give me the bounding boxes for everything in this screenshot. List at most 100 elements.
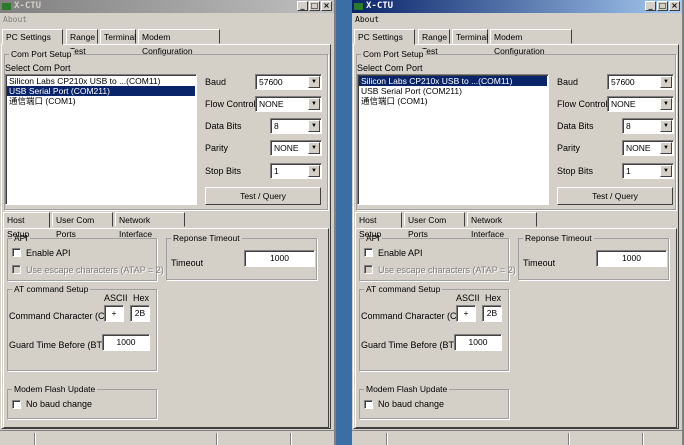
menu-about[interactable]: About xyxy=(355,15,379,24)
com-port-item[interactable]: USB Serial Port (COM211) xyxy=(359,86,547,96)
baud-value: 57600 xyxy=(611,77,635,87)
subtab-host-setup[interactable]: Host Setup xyxy=(3,212,50,239)
timeout-input[interactable]: 1000 xyxy=(244,250,315,267)
timeout-label: Timeout xyxy=(171,258,204,268)
stop-bits-select[interactable]: 1 ▼ xyxy=(270,163,322,179)
menu-about[interactable]: About xyxy=(3,15,27,24)
title-bar[interactable]: X-CTU _ □ × xyxy=(352,0,682,13)
close-icon[interactable]: × xyxy=(669,1,680,11)
enable-api-checkbox[interactable] xyxy=(364,248,373,257)
flow-control-select[interactable]: NONE ▼ xyxy=(607,96,674,112)
com-port-list[interactable]: Silicon Labs CP210x USB to ...(COM11) USB… xyxy=(357,74,549,205)
com-port-item[interactable]: 通信端口 (COM1) xyxy=(359,96,547,106)
subtab-network-interface[interactable]: Network Interface xyxy=(467,212,537,239)
chevron-down-icon[interactable]: ▼ xyxy=(308,98,320,110)
group-label: Reponse Timeout xyxy=(171,233,242,243)
escape-characters-label: Use escape characters (ATAP = 2) xyxy=(378,265,516,275)
chevron-down-icon[interactable]: ▼ xyxy=(660,76,672,88)
cc-hex-input[interactable]: 2B xyxy=(482,305,502,322)
stop-bits-value: 1 xyxy=(626,166,631,176)
maximize-icon[interactable]: □ xyxy=(657,1,668,11)
chevron-down-icon[interactable]: ▼ xyxy=(308,142,320,154)
minimize-icon[interactable]: _ xyxy=(645,1,656,11)
tab-pc-settings[interactable]: PC Settings xyxy=(2,29,63,45)
hex-label: Hex xyxy=(133,293,150,303)
tab-terminal[interactable]: Terminal xyxy=(100,29,136,44)
escape-characters-checkbox[interactable] xyxy=(12,265,21,274)
test-query-button[interactable]: Test / Query xyxy=(205,187,321,205)
chevron-down-icon[interactable]: ▼ xyxy=(308,120,320,132)
baud-select[interactable]: 57600 ▼ xyxy=(607,74,674,90)
status-bar xyxy=(352,430,682,445)
baud-label: Baud xyxy=(557,77,579,87)
chevron-down-icon[interactable]: ▼ xyxy=(660,98,672,110)
app-icon xyxy=(354,3,363,10)
timeout-input[interactable]: 1000 xyxy=(596,250,667,267)
chevron-down-icon[interactable]: ▼ xyxy=(308,76,320,88)
group-label: AT command Setup xyxy=(364,284,443,294)
close-icon[interactable]: × xyxy=(321,1,332,11)
group-label: Modem Flash Update xyxy=(12,384,98,394)
tab-range-test[interactable]: Range Test xyxy=(418,29,450,56)
chevron-down-icon[interactable]: ▼ xyxy=(660,165,672,177)
subtab-network-interface[interactable]: Network Interface xyxy=(115,212,185,239)
cc-hex-input[interactable]: 2B xyxy=(130,305,150,322)
stop-bits-label: Stop Bits xyxy=(205,166,242,176)
window-title: X-CTU xyxy=(366,1,394,11)
minimize-icon[interactable]: _ xyxy=(297,1,308,11)
baud-select[interactable]: 57600 ▼ xyxy=(255,74,322,90)
chevron-down-icon[interactable]: ▼ xyxy=(660,142,672,154)
xctu-window-2: X-CTU _ □ × About PC Settings Range Test T… xyxy=(352,0,684,445)
enable-api-checkbox[interactable] xyxy=(12,248,21,257)
title-bar[interactable]: X-CTU _ □ × xyxy=(0,0,334,13)
tab-modem-configuration[interactable]: Modem Configuration xyxy=(490,29,572,56)
ascii-label: ASCII xyxy=(104,293,128,303)
stop-bits-select[interactable]: 1 ▼ xyxy=(622,163,674,179)
xctu-window-1: X-CTU _ □ × About PC Settings Range Test T… xyxy=(0,0,336,445)
data-bits-label: Data Bits xyxy=(205,121,242,131)
tab-modem-configuration[interactable]: Modem Configuration xyxy=(138,29,220,56)
data-bits-label: Data Bits xyxy=(557,121,594,131)
flow-control-select[interactable]: NONE ▼ xyxy=(255,96,322,112)
guard-time-label: Guard Time Before (BT) xyxy=(9,340,106,350)
flow-control-label: Flow Control xyxy=(557,99,608,109)
data-bits-select[interactable]: 8 ▼ xyxy=(270,118,322,134)
command-character-label: Command Character (CC) xyxy=(9,311,115,321)
test-query-button[interactable]: Test / Query xyxy=(557,187,673,205)
parity-select[interactable]: NONE ▼ xyxy=(270,140,322,156)
com-port-item[interactable]: 通信端口 (COM1) xyxy=(7,96,195,106)
escape-characters-label: Use escape characters (ATAP = 2) xyxy=(26,265,164,275)
tab-pc-settings[interactable]: PC Settings xyxy=(354,29,415,45)
select-com-port-label: Select Com Port xyxy=(357,63,423,73)
subtab-host-setup[interactable]: Host Setup xyxy=(355,212,402,239)
maximize-icon[interactable]: □ xyxy=(309,1,320,11)
parity-select[interactable]: NONE ▼ xyxy=(622,140,674,156)
guard-time-label: Guard Time Before (BT) xyxy=(361,340,458,350)
data-bits-value: 8 xyxy=(274,121,279,131)
select-com-port-label: Select Com Port xyxy=(5,63,71,73)
no-baud-change-checkbox[interactable] xyxy=(364,400,373,409)
cc-ascii-input[interactable]: + xyxy=(104,305,124,322)
ascii-label: ASCII xyxy=(456,293,480,303)
group-label: Com Port Setup xyxy=(9,49,74,59)
guard-time-input[interactable]: 1000 xyxy=(102,334,150,351)
subtab-user-com-ports[interactable]: User Com Ports xyxy=(404,212,465,239)
escape-characters-checkbox[interactable] xyxy=(364,265,373,274)
com-port-item[interactable]: Silicon Labs CP210x USB to ...(COM11) xyxy=(7,76,195,86)
chevron-down-icon[interactable]: ▼ xyxy=(308,165,320,177)
no-baud-change-checkbox[interactable] xyxy=(12,400,21,409)
com-port-item[interactable]: Silicon Labs CP210x USB to ...(COM11) xyxy=(359,76,547,86)
status-bar xyxy=(0,430,334,445)
parity-label: Parity xyxy=(205,143,229,153)
tab-range-test[interactable]: Range Test xyxy=(66,29,98,56)
no-baud-change-label: No baud change xyxy=(378,399,445,409)
guard-time-input[interactable]: 1000 xyxy=(454,334,502,351)
cc-ascii-input[interactable]: + xyxy=(456,305,476,322)
chevron-down-icon[interactable]: ▼ xyxy=(660,120,672,132)
subtab-user-com-ports[interactable]: User Com Ports xyxy=(52,212,113,239)
com-port-list[interactable]: Silicon Labs CP210x USB to ...(COM11) USB… xyxy=(5,74,197,205)
tab-terminal[interactable]: Terminal xyxy=(452,29,488,44)
flow-control-value: NONE xyxy=(611,99,636,109)
data-bits-select[interactable]: 8 ▼ xyxy=(622,118,674,134)
com-port-item[interactable]: USB Serial Port (COM211) xyxy=(7,86,195,96)
